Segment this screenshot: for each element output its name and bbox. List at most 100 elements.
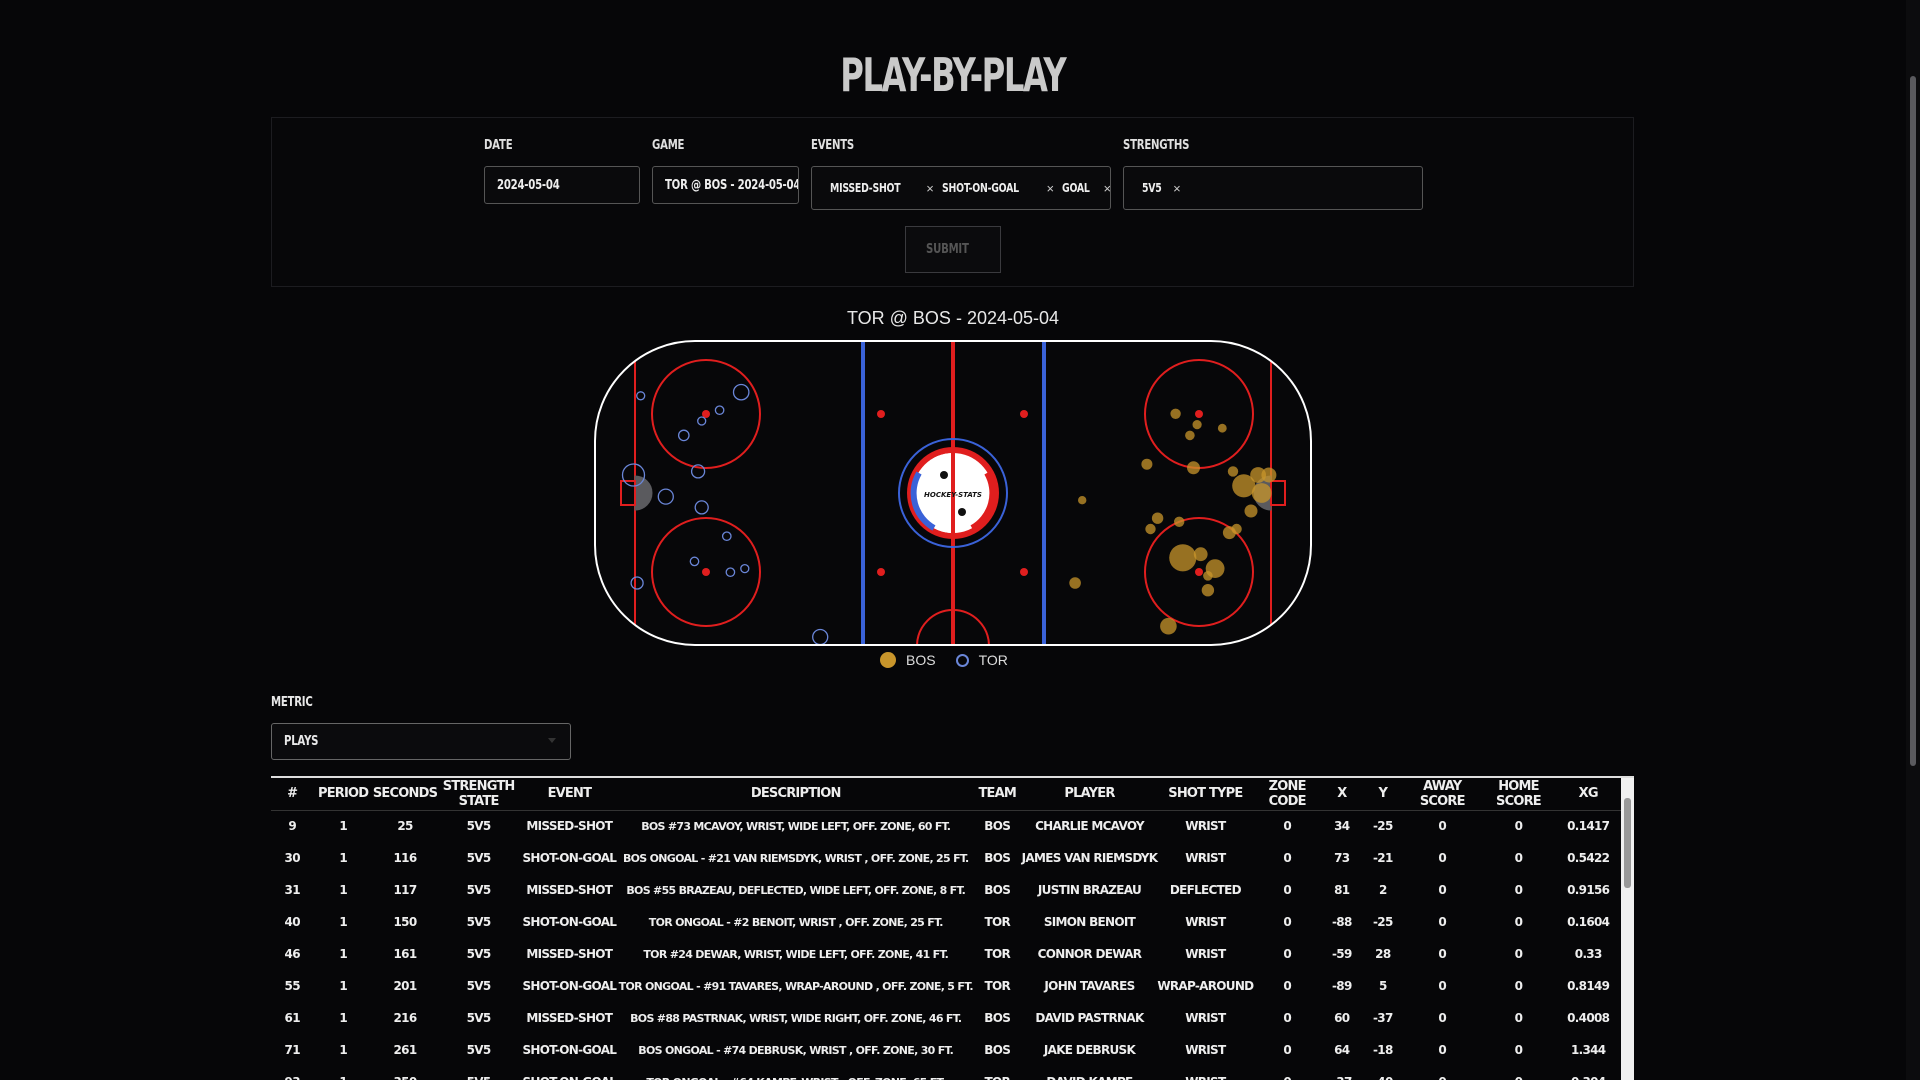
shot-point-bos[interactable] — [1192, 420, 1202, 430]
page-scrollbar[interactable] — [1906, 0, 1920, 1080]
table-cell: 216 — [393, 1011, 418, 1025]
page-scrollbar-thumb[interactable] — [1910, 76, 1916, 766]
metric-dropdown[interactable]: PLAYS — [271, 723, 571, 760]
strengths-multiselect[interactable]: 5V5 × — [1123, 166, 1423, 210]
shot-point-bos[interactable] — [1193, 547, 1208, 562]
shot-point-bos[interactable] — [1174, 516, 1185, 527]
shot-point-bos[interactable] — [1251, 483, 1272, 503]
column-header[interactable]: XG — [1555, 778, 1621, 811]
column-header[interactable]: TEAM — [972, 778, 1022, 811]
shot-point-bos[interactable] — [1145, 523, 1156, 535]
shot-point-bos[interactable] — [1217, 423, 1227, 433]
table-cell: WRIST — [1185, 1011, 1226, 1025]
table-cell: 0 — [1283, 915, 1291, 929]
column-header[interactable]: STRENGTH STATE — [437, 778, 521, 811]
shot-point-bos[interactable] — [1069, 577, 1081, 589]
table-row[interactable]: 9313505V5SHOT-ON-GOALTOR ONGOAL - #64 KA… — [271, 1066, 1621, 1080]
table-cell: 0.5422 — [1567, 851, 1610, 865]
column-header[interactable]: Y — [1362, 778, 1403, 811]
column-header[interactable]: SHOT TYPE — [1157, 778, 1254, 811]
legend-item-tor[interactable]: TOR — [955, 652, 1008, 668]
remove-chip-icon[interactable]: × — [1104, 181, 1110, 196]
table-cell: 81 — [1334, 883, 1350, 897]
table-cell: 1 — [313, 1066, 372, 1080]
table-cell: -89 — [1332, 979, 1352, 993]
remove-chip-icon[interactable]: × — [1173, 181, 1181, 196]
table-cell: 5V5 — [466, 883, 492, 897]
date-input[interactable]: 2024-05-04 — [484, 166, 640, 204]
table-cell: DEFLECTED — [1169, 883, 1242, 897]
table-row[interactable]: 55 1 201 5V5 SHOT-ON-GOAL TOR ONGOAL - #91 TA… — [271, 970, 1621, 1002]
table-cell: 0.1417 — [1567, 819, 1610, 834]
table-row[interactable]: 9 1 25 5V5 MISSED-SHOT BOS #73 MCAVOY, WRIST,… — [271, 810, 1621, 842]
table-cell: 261 — [393, 1043, 418, 1057]
rink-chart-title: TOR @ BOS - 2024-05-04 — [846, 308, 1060, 328]
column-header[interactable]: ZONE CODE — [1253, 778, 1321, 811]
table-cell: 161 — [393, 947, 418, 961]
table-cell: 1 — [339, 947, 347, 961]
table-cell: -59 — [1332, 947, 1352, 961]
column-header[interactable]: PLAYER — [1021, 778, 1158, 811]
shot-point-bos[interactable] — [1169, 544, 1197, 572]
table-cell: JAMES VAN RIEMSDYK — [1021, 851, 1158, 865]
column-header[interactable]: HOME SCORE — [1481, 778, 1556, 811]
shot-point-bos[interactable] — [1160, 617, 1177, 635]
table-scrollbar-thumb[interactable] — [1624, 798, 1631, 888]
table-cell: -21 — [1373, 851, 1393, 865]
table-cell: TOR ONGOAL - #2 BENOIT, WRIST , OFF. ZON… — [648, 915, 944, 929]
column-header[interactable]: PERIOD — [313, 778, 373, 811]
column-header[interactable]: DESCRIPTION — [618, 778, 973, 811]
table-row[interactable]: 46 1 161 5V5 MISSED-SHOT TOR #24 DEWAR, WRIST… — [271, 938, 1621, 970]
table-cell: DAVID KAMPF — [1022, 1066, 1158, 1080]
table-cell: TOR #24 DEWAR, WRIST, WIDE LEFT, OFF. ZO… — [643, 947, 949, 961]
submit-button[interactable]: SUBMIT — [905, 226, 1001, 273]
events-multiselect[interactable]: MISSED-SHOT × SHOT-ON-GOAL × GOAL × — [811, 166, 1111, 210]
column-header[interactable]: SECONDS — [372, 778, 438, 811]
shot-point-bos[interactable] — [1244, 504, 1258, 518]
table-scrollbar[interactable] — [1621, 778, 1634, 1080]
column-header[interactable]: EVENT — [520, 778, 619, 811]
chart-legend: BOS TOR — [880, 652, 1028, 668]
shot-point-bos[interactable] — [1203, 571, 1213, 581]
table-row[interactable]: 40 1 150 5V5 SHOT-ON-GOAL TOR ONGOAL - #2 BEN… — [271, 906, 1621, 938]
table-cell: SHOT-ON-GOAL — [522, 979, 617, 993]
table-cell: -37 — [1373, 1011, 1393, 1025]
table-cell: 61 — [284, 1011, 301, 1025]
legend-item-bos[interactable]: BOS — [880, 652, 936, 668]
table-row[interactable]: 61 1 216 5V5 MISSED-SHOT BOS #88 PASTRNAK, WR… — [271, 1002, 1621, 1034]
remove-chip-icon[interactable]: × — [926, 181, 934, 196]
table-cell: 0 — [1253, 1066, 1321, 1080]
shot-point-bos[interactable] — [1151, 512, 1164, 524]
table-cell: TOR — [984, 979, 1010, 993]
table-cell: 93 — [271, 1066, 313, 1080]
column-header[interactable]: # — [271, 778, 314, 811]
column-header[interactable]: X — [1320, 778, 1363, 811]
table-cell: TOR ONGOAL - #91 TAVARES, WRAP-AROUND , … — [618, 979, 974, 993]
table-row[interactable]: 30 1 116 5V5 SHOT-ON-GOAL BOS ONGOAL - #21 VA… — [271, 842, 1621, 874]
shot-point-bos[interactable] — [1227, 466, 1239, 477]
table-cell: 0 — [1482, 1066, 1556, 1080]
game-dropdown[interactable]: TOR @ BOS - 2024-05-04 — [652, 166, 799, 204]
shot-point-bos[interactable] — [1185, 430, 1195, 441]
shot-point-bos[interactable] — [1201, 584, 1215, 597]
shot-point-bos[interactable] — [1078, 496, 1087, 505]
table-cell: WRIST — [1185, 947, 1226, 961]
remove-chip-icon[interactable]: × — [1046, 181, 1054, 196]
table-cell: 30 — [284, 851, 301, 865]
shot-point-bos[interactable] — [1170, 408, 1181, 419]
shot-point-bos[interactable] — [1187, 461, 1200, 475]
table-cell: 0.1604 — [1567, 915, 1610, 929]
table-cell: 350 — [373, 1066, 437, 1080]
shot-point-bos[interactable] — [1231, 523, 1242, 535]
table-cell: 0 — [1438, 819, 1447, 834]
table-cell: 0.304 — [1555, 1066, 1621, 1080]
shot-point-bos[interactable] — [1261, 467, 1277, 483]
table-cell: 5V5 — [466, 1043, 492, 1057]
table-cell: 25 — [397, 819, 413, 834]
table-row[interactable]: 31 1 117 5V5 MISSED-SHOT BOS #55 BRAZEAU, DEF… — [271, 874, 1621, 906]
plays-table-container: # PERIOD SECONDS STRENGTH STATE EVENT DESCRIP… — [271, 776, 1634, 1080]
shot-point-bos[interactable] — [1141, 458, 1153, 470]
column-header[interactable]: AWAY SCORE — [1402, 778, 1482, 811]
table-cell: BOS — [984, 883, 1011, 897]
table-row[interactable]: 71 1 261 5V5 SHOT-ON-GOAL BOS ONGOAL - #74 DE… — [271, 1034, 1621, 1066]
